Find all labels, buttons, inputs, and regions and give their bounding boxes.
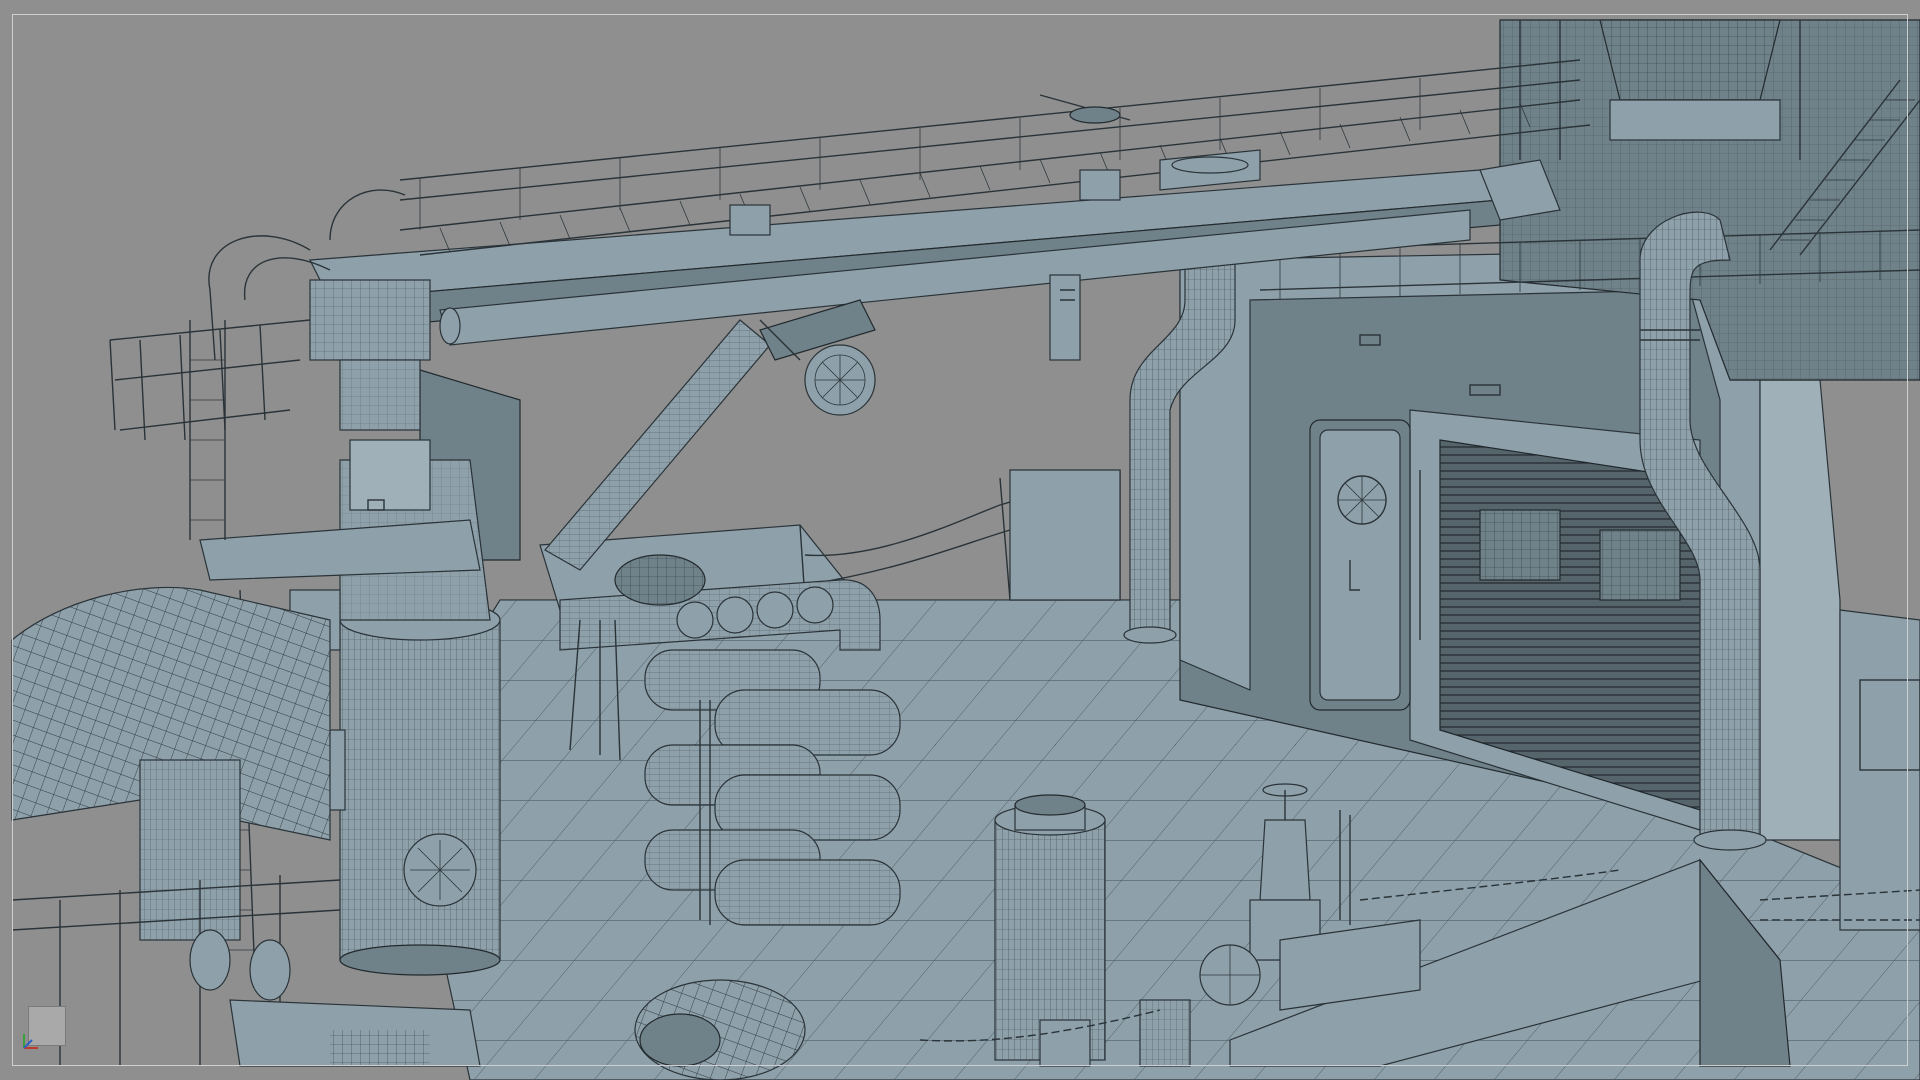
scene-render[interactable] <box>0 0 1920 1080</box>
3d-viewport[interactable] <box>0 0 1920 1080</box>
z-axis <box>23 1039 33 1049</box>
watertight-door[interactable] <box>1309 419 1421 711</box>
crane-trolley[interactable] <box>1039 94 1261 191</box>
crane-boom-arm[interactable] <box>544 299 876 571</box>
gas-cylinder[interactable] <box>714 859 901 926</box>
gas-cylinder-rack[interactable] <box>644 649 901 926</box>
axis-gizmo-icon <box>23 1034 38 1049</box>
winch-drum[interactable] <box>634 979 806 1080</box>
